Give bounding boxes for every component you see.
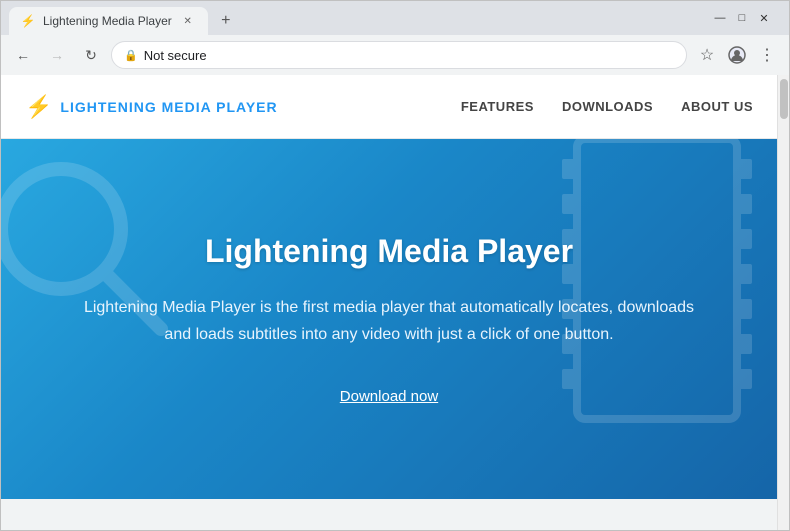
new-tab-button[interactable]: +: [212, 7, 240, 35]
nav-link-features[interactable]: FEATURES: [461, 99, 534, 114]
tabs-area: ⚡ Lightening Media Player ✕ +: [9, 1, 703, 35]
hero-title: Lightening Media Player: [205, 233, 573, 270]
webpage-content: ⚡ LIGHTENING MEDIA PLAYER FEATURES DOWNL…: [1, 75, 777, 530]
security-text: Not secure: [144, 48, 674, 63]
nav-link-downloads[interactable]: DOWNLOADS: [562, 99, 653, 114]
site-logo: ⚡ LIGHTENING MEDIA PLAYER: [25, 94, 461, 120]
profile-button[interactable]: [723, 41, 751, 69]
back-button[interactable]: ←: [9, 41, 37, 69]
title-bar: ⚡ Lightening Media Player ✕ + — □ ✕: [1, 1, 789, 35]
active-tab[interactable]: ⚡ Lightening Media Player ✕: [9, 7, 208, 35]
menu-button[interactable]: ⋮: [753, 41, 781, 69]
site-navbar: ⚡ LIGHTENING MEDIA PLAYER FEATURES DOWNL…: [1, 75, 777, 139]
browser-window: ⚡ Lightening Media Player ✕ + — □ ✕ ← → …: [0, 0, 790, 531]
logo-bolt-icon: ⚡: [25, 94, 52, 120]
hero-description: Lightening Media Player is the first med…: [81, 294, 697, 348]
logo-text: LIGHTENING MEDIA PLAYER: [60, 99, 277, 115]
tab-favicon: ⚡: [21, 14, 35, 28]
close-button[interactable]: ✕: [755, 9, 773, 27]
webpage: ⚡ LIGHTENING MEDIA PLAYER FEATURES DOWNL…: [1, 75, 789, 530]
scrollbar-thumb[interactable]: [780, 79, 788, 119]
url-bar[interactable]: 🔒 Not secure: [111, 41, 687, 69]
scrollbar[interactable]: [777, 75, 789, 530]
reload-button[interactable]: ↻: [77, 41, 105, 69]
forward-button[interactable]: →: [43, 41, 71, 69]
hero-cta-button[interactable]: Download now: [340, 388, 438, 405]
maximize-button[interactable]: □: [733, 9, 751, 27]
lock-icon: 🔒: [124, 49, 138, 62]
film-strip-bg-icon: [527, 139, 777, 429]
address-bar: ← → ↻ 🔒 Not secure ☆ ⋮: [1, 35, 789, 75]
nav-link-about[interactable]: ABOUT US: [681, 99, 753, 114]
bookmark-button[interactable]: ☆: [693, 41, 721, 69]
toolbar-icons: ☆ ⋮: [693, 41, 781, 69]
minimize-button[interactable]: —: [711, 9, 729, 27]
window-controls: — □ ✕: [703, 9, 781, 27]
hero-section: Lightening Media Player Lightening Media…: [1, 139, 777, 499]
site-nav-links: FEATURES DOWNLOADS ABOUT US: [461, 99, 753, 114]
tab-close-button[interactable]: ✕: [180, 13, 196, 29]
tab-title: Lightening Media Player: [43, 14, 172, 28]
